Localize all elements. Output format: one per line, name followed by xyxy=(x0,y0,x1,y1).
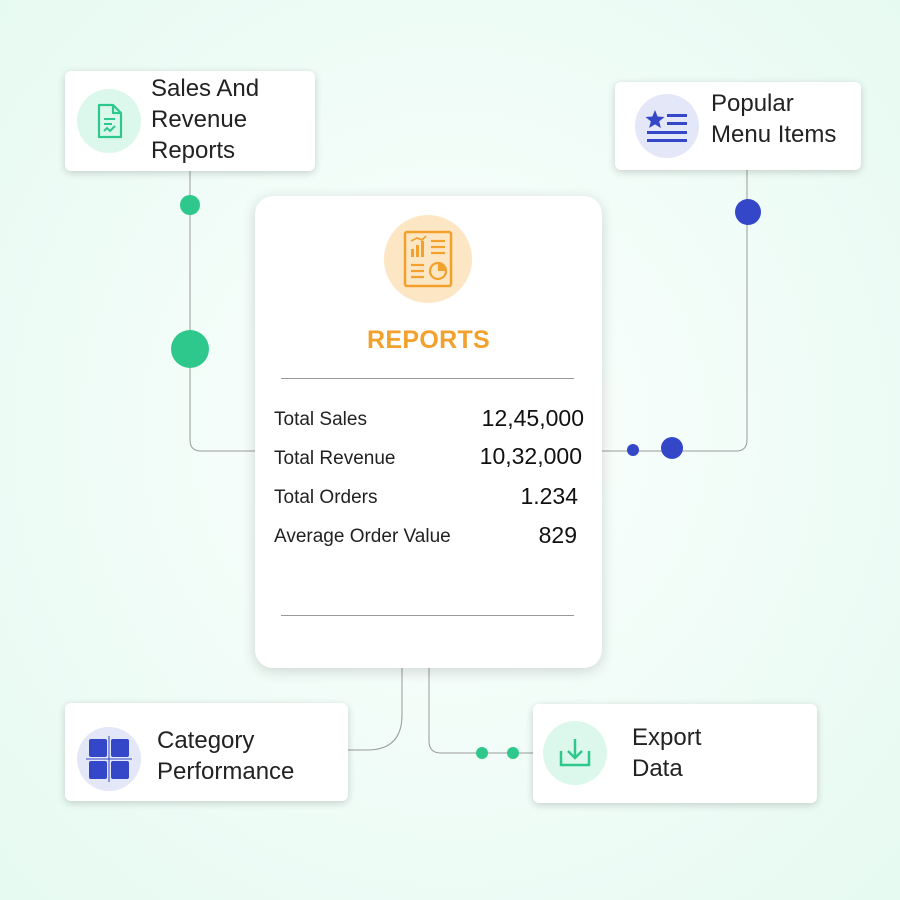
connector-dot xyxy=(476,747,488,759)
metric-label-average-order-value: Average Order Value xyxy=(274,526,451,547)
connector-sales xyxy=(189,170,256,452)
metric-value-average-order-value: 829 xyxy=(538,522,577,548)
divider-bottom xyxy=(281,615,574,616)
connector-dot xyxy=(735,199,761,225)
connector-dot xyxy=(507,747,519,759)
node-label: Category Performance xyxy=(157,727,295,785)
connector-popular xyxy=(602,170,748,452)
connector-dot xyxy=(661,437,683,459)
star-list-icon xyxy=(635,94,699,158)
node-export-data[interactable]: Export Data xyxy=(533,704,817,803)
metric-label-total-revenue: Total Revenue xyxy=(274,448,396,469)
node-popular-menu-items[interactable]: Popular Menu Items xyxy=(615,82,861,170)
connector-dot xyxy=(180,195,200,215)
reports-card: REPORTS Total Sales 12,45,000 Total Reve… xyxy=(255,196,602,668)
metric-label-total-orders: Total Orders xyxy=(274,487,378,508)
connector-dot xyxy=(171,330,209,368)
node-category-performance[interactable]: Category Performance xyxy=(65,703,348,801)
metric-value-total-orders: 1.234 xyxy=(520,483,578,509)
metric-label-total-sales: Total Sales xyxy=(274,409,367,430)
node-label: Sales And Revenue Reports xyxy=(151,75,260,164)
node-sales-revenue-reports[interactable]: Sales And Revenue Reports xyxy=(65,71,315,171)
connector-dot xyxy=(627,444,639,456)
grid-icon xyxy=(77,727,141,791)
reports-title: REPORTS xyxy=(367,326,490,354)
metric-value-total-revenue: 10,32,000 xyxy=(479,443,582,469)
connector-export xyxy=(428,668,533,754)
node-label: Export Data xyxy=(632,724,702,782)
connector-category xyxy=(348,668,403,751)
node-label: Popular Menu Items xyxy=(711,90,837,148)
metric-value-total-sales: 12,45,000 xyxy=(481,405,584,431)
divider-top xyxy=(281,378,574,379)
report-chart-icon xyxy=(384,215,472,303)
download-icon xyxy=(543,721,607,785)
document-check-icon xyxy=(77,89,141,153)
